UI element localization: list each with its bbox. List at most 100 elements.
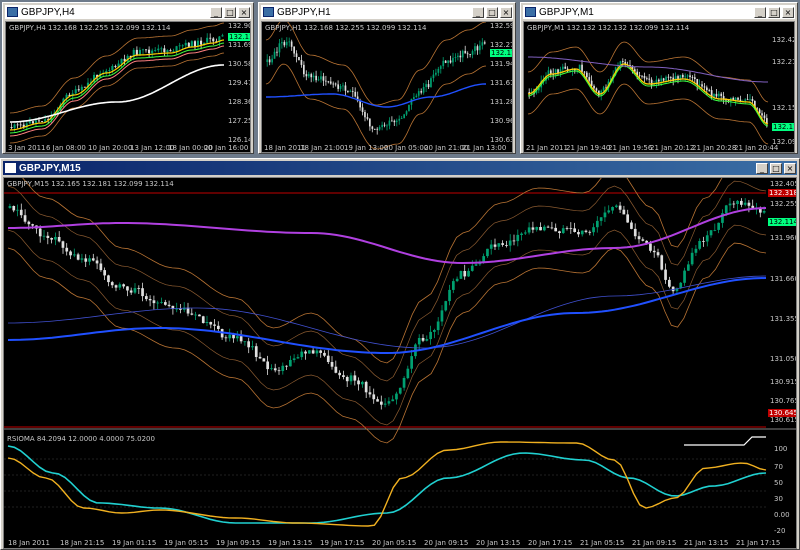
candle-body <box>194 314 197 316</box>
chart-canvas <box>527 41 769 145</box>
candle-body <box>247 341 250 348</box>
candle-body <box>368 392 372 395</box>
maximize-button[interactable]: □ <box>770 162 782 174</box>
candle-body <box>649 243 652 251</box>
rsi-indicator-info: RSIOMA 84.2094 12.0000 4.0000 75.0200 <box>7 435 155 443</box>
candle-body <box>698 241 701 249</box>
candle-body <box>448 289 451 302</box>
candle-body <box>437 68 440 73</box>
chart-area[interactable]: GBPJPY,H4 132.168 132.255 132.099 132.11… <box>5 21 251 153</box>
candle-body <box>583 71 586 73</box>
window-gbpjpy-h4[interactable]: GBPJPY,H4 _ □ × GBPJPY,H4 132.168 132.25… <box>2 2 254 154</box>
minimize-button[interactable]: _ <box>210 6 222 18</box>
price-axis-label: 126.140 <box>228 136 250 144</box>
minimize-button[interactable]: _ <box>754 6 766 18</box>
candle-body <box>592 227 595 233</box>
chart-area[interactable]: GBPJPY,H1 132.168 132.255 132.099 132.11… <box>261 21 513 153</box>
candle-body <box>717 222 720 230</box>
chart-info: GBPJPY,H4 132.168 132.255 132.099 132.11… <box>9 24 171 32</box>
candle-body <box>193 41 196 47</box>
candle-body <box>395 120 398 123</box>
candle-body <box>285 41 288 46</box>
candle-body <box>315 350 319 354</box>
time-axis-label: 19 Jan 13:15 <box>268 539 313 547</box>
close-button[interactable]: × <box>500 6 512 18</box>
candle-body <box>474 264 478 266</box>
chart-area[interactable]: GBPJPY,M1 132.132 132.132 132.099 132.11… <box>523 21 795 153</box>
candle-body <box>254 346 258 357</box>
chart-area[interactable]: GBPJPY,M15 132.165 132.181 132.099 132.1… <box>3 177 797 549</box>
candle-body <box>603 212 607 218</box>
candle-body <box>535 227 539 230</box>
candle-body <box>607 210 611 213</box>
candle-body <box>457 55 459 57</box>
candle-body <box>38 228 42 237</box>
candle-body <box>543 226 546 231</box>
candle-body <box>403 114 405 119</box>
candle-body <box>300 351 304 358</box>
time-axis-label: 19 Jan 05:15 <box>164 539 209 547</box>
candle-body <box>172 51 175 52</box>
candle-body <box>31 224 34 226</box>
candle-body <box>151 50 154 54</box>
candle-body <box>420 91 423 93</box>
close-button[interactable]: × <box>784 162 796 174</box>
bollinger-upper-inner <box>7 180 767 382</box>
candle-body <box>84 258 88 262</box>
close-button[interactable]: × <box>238 6 250 18</box>
candle-body <box>178 45 181 47</box>
time-axis-label: 20 Jan 16:00 <box>204 144 249 152</box>
candle-body <box>660 255 664 270</box>
window-titlebar[interactable]: GBPJPY,H4 _ □ × <box>5 5 251 19</box>
candle-body <box>16 124 19 126</box>
maximize-button[interactable]: □ <box>768 6 780 18</box>
time-axis-label: 21 Jan 20:12 <box>650 144 695 152</box>
candle-body <box>584 230 588 232</box>
candle-body <box>652 250 656 253</box>
time-axis-label: 21 Jan 13:00 <box>462 144 507 152</box>
candle-body <box>258 356 262 359</box>
candle-body <box>728 203 732 206</box>
candle-body <box>347 90 349 92</box>
window-titlebar[interactable]: GBPJPY,M15 _ □ × <box>3 161 797 175</box>
price-axis-label: 132.590 <box>490 22 512 30</box>
candle-body <box>736 200 739 204</box>
maximize-button[interactable]: □ <box>486 6 498 18</box>
candle-body <box>19 124 22 126</box>
candle-body <box>565 228 569 229</box>
candle-body <box>366 117 369 119</box>
maximize-button[interactable]: □ <box>224 6 236 18</box>
window-gbpjpy-m15[interactable]: GBPJPY,M15 _ □ × GBPJPY,M15 132.165 132.… <box>0 158 800 550</box>
candle-body <box>395 393 398 400</box>
candle-body <box>76 254 80 260</box>
candle-body <box>327 81 330 83</box>
candle-body <box>646 78 648 80</box>
candle-body <box>307 74 310 77</box>
window-gbpjpy-m1[interactable]: GBPJPY,M1 _ □ × GBPJPY,M1 132.132 132.13… <box>520 2 798 154</box>
ma-blue <box>266 83 486 108</box>
candle-body <box>337 84 339 89</box>
candle-body <box>452 281 455 290</box>
candle-body <box>157 48 160 51</box>
candle-body <box>643 76 646 79</box>
candle-body <box>539 227 542 231</box>
window-titlebar[interactable]: GBPJPY,H1 _ □ × <box>261 5 513 19</box>
close-button[interactable]: × <box>782 6 794 18</box>
candle-body <box>371 126 374 129</box>
time-axis-label: 21 Jan 2011 <box>526 144 568 152</box>
candle-body <box>433 330 436 332</box>
window-titlebar[interactable]: GBPJPY,M1 _ □ × <box>523 5 795 19</box>
minimize-button[interactable]: _ <box>756 162 768 174</box>
candle-body <box>273 51 276 59</box>
candle-body <box>432 74 435 79</box>
candle-body <box>277 370 281 372</box>
candle-body <box>590 80 593 86</box>
window-gbpjpy-h1[interactable]: GBPJPY,H1 _ □ × GBPJPY,H1 132.168 132.25… <box>258 2 516 154</box>
candle-body <box>31 121 34 124</box>
candle-body <box>361 381 364 385</box>
time-axis-label: 20 Jan 13:15 <box>476 539 521 547</box>
minimize-button[interactable]: _ <box>472 6 484 18</box>
candle-body <box>156 302 160 304</box>
price-axis-label: 132.420 <box>772 36 794 44</box>
candle-body <box>42 235 46 237</box>
